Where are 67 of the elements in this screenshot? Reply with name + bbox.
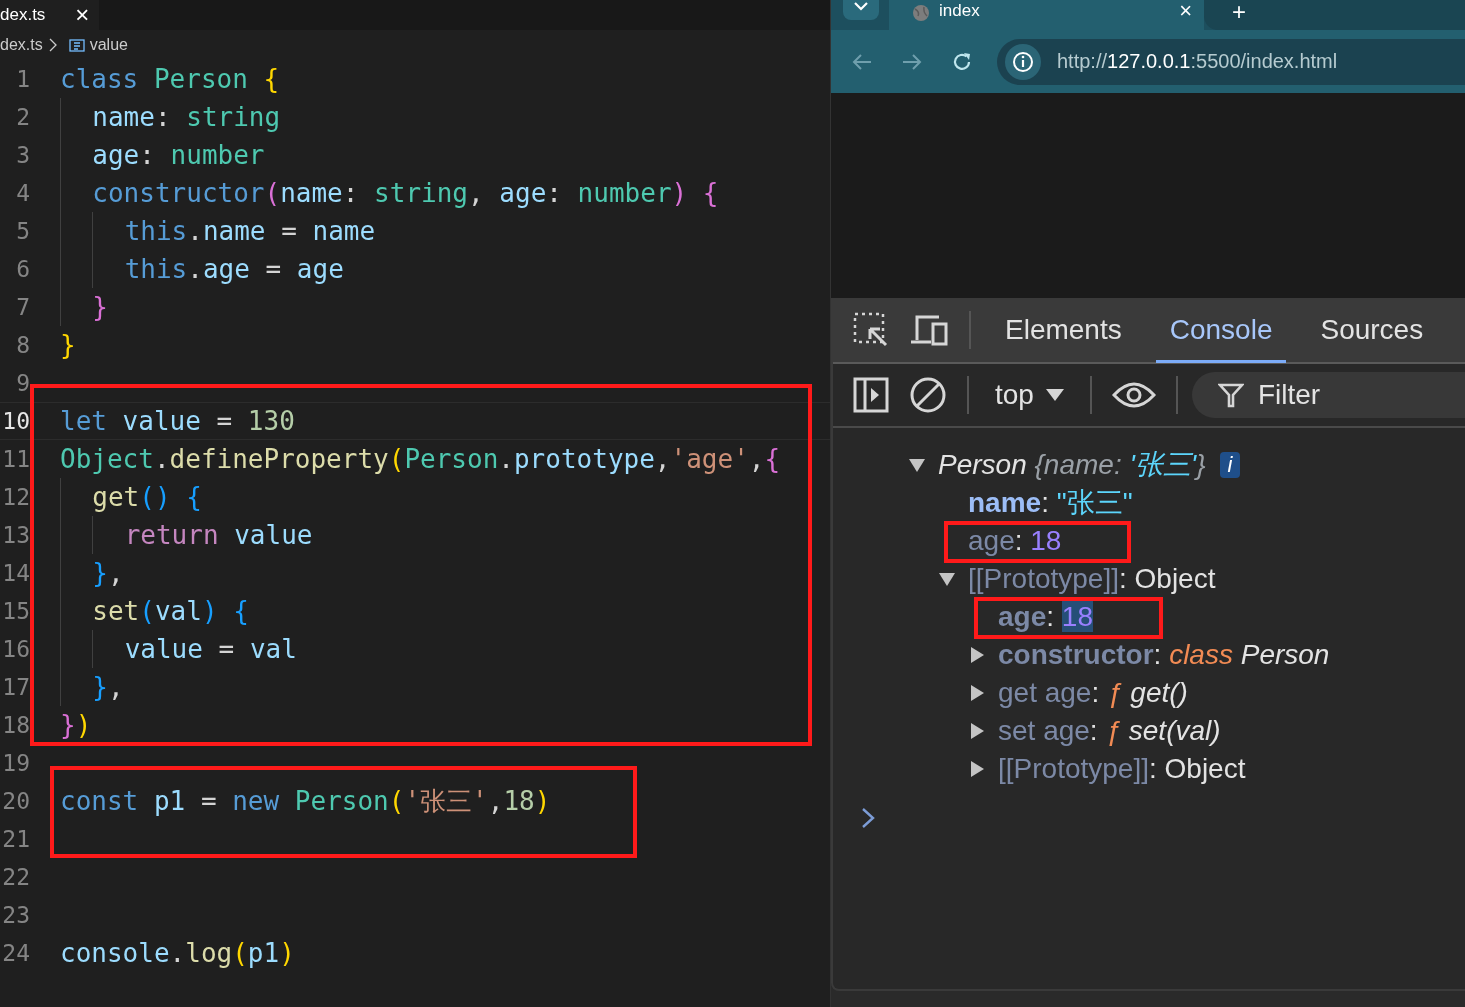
line-number: 11 [1, 446, 30, 472]
code-line: }) [60, 709, 92, 742]
code-line: class Person { [60, 63, 280, 96]
console-entry[interactable]: [[Prototype]]: Object [968, 563, 1216, 595]
line-number: 8 [15, 332, 30, 358]
code-line: name: string [60, 98, 281, 136]
line-number: 12 [1, 484, 30, 510]
line-number: 23 [1, 902, 30, 928]
code-line: Object.defineProperty(Person.prototype,'age',{ [60, 443, 781, 476]
code-line: this.name = name [60, 212, 376, 250]
devtools-tab[interactable]: Elements [991, 299, 1136, 363]
code-line: let value = 130 [60, 405, 295, 438]
line-number: 16 [1, 636, 30, 662]
line-number: 7 [15, 294, 30, 320]
browser-tab[interactable]: index × [889, 0, 1204, 30]
code-line: console.log(p1) [60, 937, 295, 970]
line-number: 15 [1, 598, 30, 624]
line-number: 9 [15, 370, 30, 396]
code-line: } [60, 329, 76, 362]
console-entry[interactable]: constructor: class Person [998, 639, 1330, 671]
console-entry[interactable]: get age: ƒ get() [998, 677, 1188, 709]
line-number: 14 [1, 560, 30, 586]
code-line: get() { [60, 478, 202, 516]
line-number: 3 [15, 142, 30, 168]
line-number: 1 [15, 66, 30, 92]
context-dropdown[interactable]: top [989, 379, 1070, 411]
address-bar[interactable]: http://127.0.0.1:5500/index.html [997, 38, 1465, 85]
breadcrumb-item[interactable]: value [89, 36, 128, 54]
close-icon[interactable]: × [75, 1, 90, 29]
devtools-tab[interactable]: Sources [1306, 299, 1438, 363]
code-line: }, [60, 668, 124, 706]
filter-field[interactable]: Filter [1191, 372, 1465, 418]
console-entry[interactable]: set age: ƒ set(val) [998, 715, 1221, 747]
console-entry[interactable]: age: 18 [968, 525, 1062, 557]
url-text: http://127.0.0.1:5500/index.html [1057, 50, 1338, 73]
line-number: 10 [1, 408, 30, 434]
code-line: age: number [60, 136, 265, 174]
new-tab-button[interactable]: + [1232, 0, 1246, 25]
file-tab[interactable]: dex.ts × [0, 0, 100, 30]
console-entry[interactable]: [[Prototype]]: Object [998, 753, 1246, 785]
code-line: } [60, 288, 108, 326]
breadcrumb-item[interactable]: dex.ts [0, 36, 43, 54]
line-number: 19 [1, 750, 30, 776]
devtools-tab[interactable]: Console [1155, 299, 1287, 363]
code-line: set(val) { [60, 592, 249, 630]
line-number: 20 [1, 788, 30, 814]
console-entry[interactable]: Person {name: '张三'} [938, 446, 1206, 484]
code-line: const p1 = new Person('张三',18) [60, 784, 551, 818]
code-line: constructor(name: string, age: number) { [60, 174, 719, 212]
line-number: 13 [1, 522, 30, 548]
code-line: return value [60, 516, 313, 554]
line-number: 18 [1, 712, 30, 738]
line-number: 2 [15, 104, 30, 130]
code-line: }, [60, 554, 124, 592]
line-number: 22 [1, 864, 30, 890]
console-entry[interactable]: age: 18 [998, 601, 1093, 633]
close-icon[interactable]: × [1179, 0, 1192, 22]
line-number: 17 [1, 674, 30, 700]
console-entry[interactable]: name: "张三" [968, 484, 1133, 522]
line-number: 5 [15, 218, 30, 244]
code-line: value = val [60, 630, 297, 668]
line-number: 24 [1, 940, 30, 966]
code-line: this.age = age [60, 250, 344, 288]
line-number: 6 [15, 256, 30, 282]
line-number: 4 [15, 180, 30, 206]
line-number: 21 [1, 826, 30, 852]
info-badge[interactable]: i [1219, 452, 1241, 478]
